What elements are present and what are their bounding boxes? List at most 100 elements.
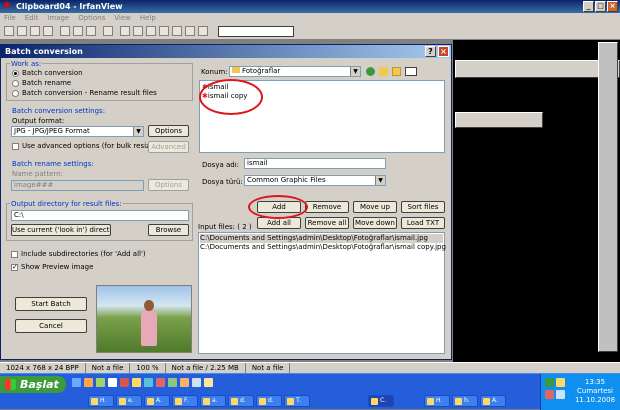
quicklaunch-icon[interactable] [84, 378, 93, 387]
quicklaunch-icon[interactable] [204, 378, 213, 387]
highlight-ellipse-files [199, 79, 263, 115]
new-folder-icon[interactable] [392, 67, 401, 76]
include-subdirectories-checkbox[interactable] [11, 251, 18, 258]
menu-file[interactable]: File [4, 13, 16, 23]
quicklaunch-icon[interactable] [180, 378, 189, 387]
settings-icon[interactable] [198, 26, 208, 36]
previous-icon[interactable] [159, 26, 169, 36]
undo-icon[interactable] [86, 26, 96, 36]
quicklaunch-icon[interactable] [156, 378, 165, 387]
task-button[interactable]: A. [480, 395, 506, 407]
menu-help[interactable]: Help [140, 13, 156, 23]
move-up-button[interactable]: Move up [353, 201, 397, 213]
name-pattern-input[interactable]: image### [11, 180, 144, 191]
quicklaunch-icon[interactable] [72, 378, 81, 387]
format-options-button[interactable]: Options [148, 125, 189, 137]
task-button[interactable]: d. [256, 395, 282, 407]
quicklaunch-icon[interactable] [108, 378, 117, 387]
irfanview-title-bar: ✱ Clipboard04 - IrfanView _ □ × [0, 0, 620, 13]
output-directory-input[interactable]: C:\ [11, 210, 189, 221]
windows-flag-icon [5, 379, 16, 390]
task-button[interactable]: H. [424, 395, 450, 407]
dosya-turu-select[interactable]: Common Graphic Files ▼ [244, 175, 386, 186]
move-down-button[interactable]: Move down [353, 217, 397, 229]
input-file-row[interactable]: C:\Documents and Settings\admin\Desktop\… [200, 234, 443, 243]
use-current-directory-button[interactable]: Use current ('look in') directory [11, 224, 111, 236]
input-file-row[interactable]: C:\Documents and Settings\admin\Desktop\… [200, 243, 446, 252]
radio-batch-conversion-label: Batch conversion [22, 69, 83, 77]
include-subdirectories-label: Include subdirectories (for 'Add all') [21, 250, 146, 258]
start-button[interactable]: Başlat [0, 376, 66, 393]
task-button[interactable]: T. [284, 395, 310, 407]
advanced-button[interactable]: Advanced [148, 141, 189, 153]
task-button-active[interactable]: C. [368, 395, 394, 407]
task-button[interactable]: H. [88, 395, 114, 407]
delete-icon[interactable] [30, 26, 40, 36]
show-preview-checkbox[interactable]: ✓ [11, 264, 18, 271]
taskbar: Başlat H. e. A. F. a. d. d. T. C. H. h. … [0, 373, 620, 410]
rename-settings-label: Batch rename settings: [12, 160, 94, 168]
task-button[interactable]: a. [200, 395, 226, 407]
help-button[interactable]: ? [425, 46, 436, 57]
konum-select[interactable]: Fotoğraflar ▼ [229, 66, 361, 77]
menu-image[interactable]: Image [47, 13, 69, 23]
zoom-out-icon[interactable] [146, 26, 156, 36]
start-batch-button[interactable]: Start Batch [15, 297, 87, 311]
quicklaunch-icon[interactable] [144, 378, 153, 387]
rename-options-button[interactable]: Options [148, 179, 189, 191]
radio-batch-conversion[interactable] [12, 70, 19, 77]
quicklaunch-icon[interactable] [168, 378, 177, 387]
copy-icon[interactable] [60, 26, 70, 36]
quicklaunch-icon[interactable] [96, 378, 105, 387]
task-button[interactable]: h. [452, 395, 478, 407]
clock[interactable]: 13:35 Cumartesi 11.10.2008 [571, 378, 619, 405]
menu-view[interactable]: View [114, 13, 131, 23]
tray-icon[interactable] [545, 390, 554, 399]
output-format-select[interactable]: JPG - JPG/JPEG Format ▼ [11, 126, 144, 137]
open-icon[interactable] [4, 26, 14, 36]
remove-all-button[interactable]: Remove all [305, 217, 349, 229]
close-button[interactable]: × [607, 1, 618, 12]
up-folder-icon[interactable] [379, 67, 388, 76]
minimize-button[interactable]: _ [583, 1, 594, 12]
back-icon[interactable] [366, 67, 375, 76]
dosya-adi-input[interactable]: ismail [244, 158, 386, 169]
quicklaunch-icon[interactable] [120, 378, 129, 387]
dialog-close-button[interactable]: × [438, 46, 449, 57]
quicklaunch-icon[interactable] [192, 378, 201, 387]
load-txt-button[interactable]: Load TXT [401, 217, 445, 229]
maximize-button[interactable]: □ [595, 1, 606, 12]
tray-icon[interactable] [556, 378, 565, 387]
radio-conversion-rename[interactable] [12, 90, 19, 97]
radio-batch-rename-label: Batch rename [22, 79, 72, 87]
remove-button[interactable]: Remove [305, 201, 349, 213]
paste-icon[interactable] [73, 26, 83, 36]
task-button[interactable]: d. [228, 395, 254, 407]
menu-options[interactable]: Options [78, 13, 105, 23]
next-icon[interactable] [172, 26, 182, 36]
browse-button[interactable]: Browse [148, 224, 189, 236]
task-button[interactable]: A. [144, 395, 170, 407]
print-icon[interactable] [185, 26, 195, 36]
sort-files-button[interactable]: Sort files [401, 201, 445, 213]
quicklaunch-icon[interactable] [132, 378, 141, 387]
toolbar-combo[interactable] [218, 26, 294, 37]
task-button[interactable]: e. [116, 395, 142, 407]
name-pattern-label: Name pattern: [12, 170, 63, 178]
image-canvas [453, 40, 620, 362]
rotate-left-icon[interactable] [103, 26, 113, 36]
input-files-label: Input files: ( 2 ) [198, 223, 252, 231]
cancel-button[interactable]: Cancel [15, 319, 87, 333]
cut-icon[interactable] [43, 26, 53, 36]
view-menu-icon[interactable] [405, 67, 417, 76]
info-icon[interactable] [120, 26, 130, 36]
konum-value: Fotoğraflar [242, 67, 281, 75]
zoom-in-icon[interactable] [133, 26, 143, 36]
tray-icon[interactable] [545, 378, 554, 387]
tray-icon[interactable] [556, 390, 565, 399]
save-icon[interactable] [17, 26, 27, 36]
advanced-options-checkbox[interactable] [12, 143, 19, 150]
radio-batch-rename[interactable] [12, 80, 19, 87]
task-button[interactable]: F. [172, 395, 198, 407]
menu-edit[interactable]: Edit [25, 13, 39, 23]
